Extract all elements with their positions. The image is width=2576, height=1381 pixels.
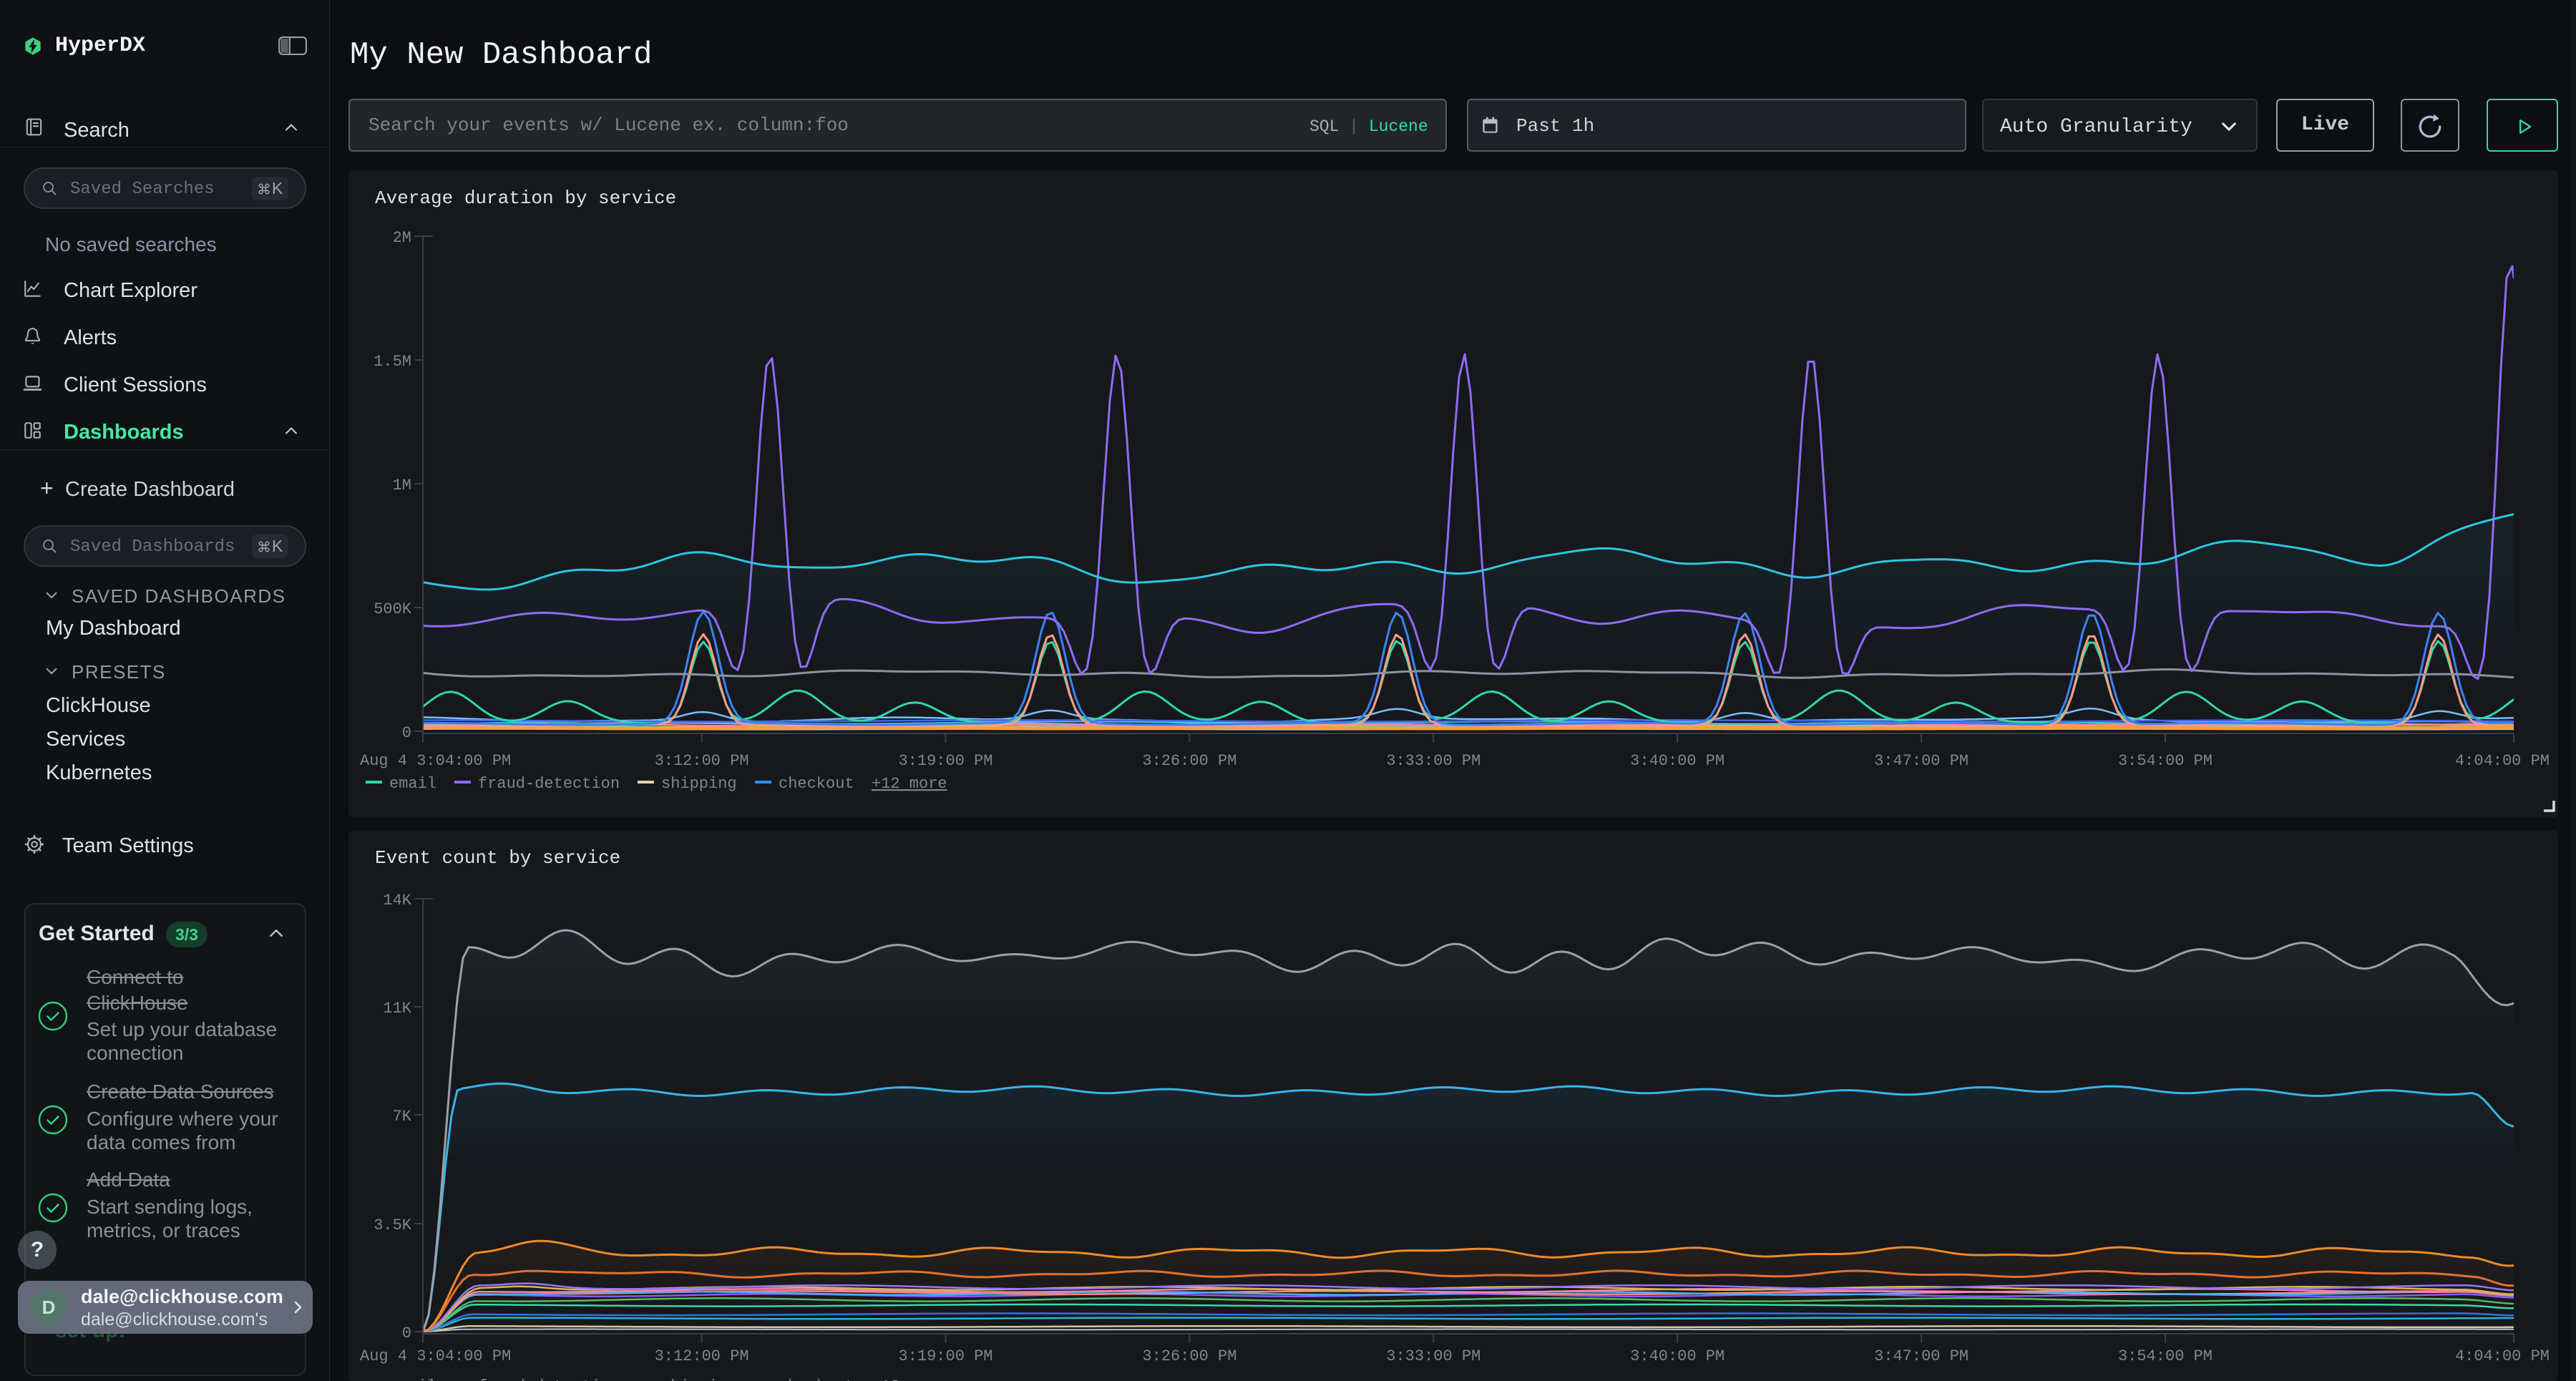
svg-text:500K: 500K: [374, 600, 412, 618]
svg-text:3:47:00 PM: 3:47:00 PM: [1874, 1347, 1968, 1365]
svg-text:0: 0: [402, 724, 411, 742]
svg-text:shipping: shipping: [661, 1377, 737, 1381]
svg-text:+12 more: +12 more: [872, 775, 947, 793]
svg-text:14K: 14K: [383, 892, 411, 909]
svg-text:4:04:00 PM: 4:04:00 PM: [2455, 1347, 2550, 1365]
svg-text:checkout: checkout: [779, 1377, 854, 1381]
svg-text:2M: 2M: [393, 229, 411, 247]
svg-text:3:33:00 PM: 3:33:00 PM: [1386, 752, 1480, 770]
svg-text:fraud-detection: fraud-detection: [478, 1377, 620, 1381]
svg-text:3:12:00 PM: 3:12:00 PM: [655, 1347, 749, 1365]
svg-text:3:47:00 PM: 3:47:00 PM: [1874, 752, 1968, 770]
svg-text:3:40:00 PM: 3:40:00 PM: [1630, 752, 1724, 770]
svg-text:email: email: [389, 775, 436, 793]
svg-text:7K: 7K: [393, 1108, 412, 1126]
svg-text:3:26:00 PM: 3:26:00 PM: [1142, 752, 1236, 770]
svg-text:0: 0: [402, 1324, 411, 1342]
svg-text:1M: 1M: [393, 477, 411, 494]
svg-text:3:54:00 PM: 3:54:00 PM: [2118, 1347, 2212, 1365]
svg-text:checkout: checkout: [779, 775, 854, 793]
svg-text:3.5K: 3.5K: [374, 1216, 412, 1234]
svg-text:1.5M: 1.5M: [374, 353, 411, 371]
svg-text:3:40:00 PM: 3:40:00 PM: [1630, 1347, 1724, 1365]
svg-text:email: email: [389, 1377, 436, 1381]
svg-text:Aug 4 3:04:00 PM: Aug 4 3:04:00 PM: [360, 752, 511, 770]
svg-text:3:19:00 PM: 3:19:00 PM: [898, 1347, 992, 1365]
svg-text:fraud-detection: fraud-detection: [478, 775, 620, 793]
svg-text:+12 more: +12 more: [872, 1377, 947, 1381]
svg-text:11K: 11K: [383, 1000, 411, 1018]
svg-text:3:33:00 PM: 3:33:00 PM: [1386, 1347, 1480, 1365]
svg-text:Aug 4 3:04:00 PM: Aug 4 3:04:00 PM: [360, 1347, 511, 1365]
svg-text:3:54:00 PM: 3:54:00 PM: [2118, 752, 2212, 770]
svg-text:3:26:00 PM: 3:26:00 PM: [1142, 1347, 1236, 1365]
svg-text:3:12:00 PM: 3:12:00 PM: [655, 752, 749, 770]
svg-text:3:19:00 PM: 3:19:00 PM: [898, 752, 992, 770]
svg-text:4:04:00 PM: 4:04:00 PM: [2455, 752, 2550, 770]
svg-text:shipping: shipping: [661, 775, 737, 793]
